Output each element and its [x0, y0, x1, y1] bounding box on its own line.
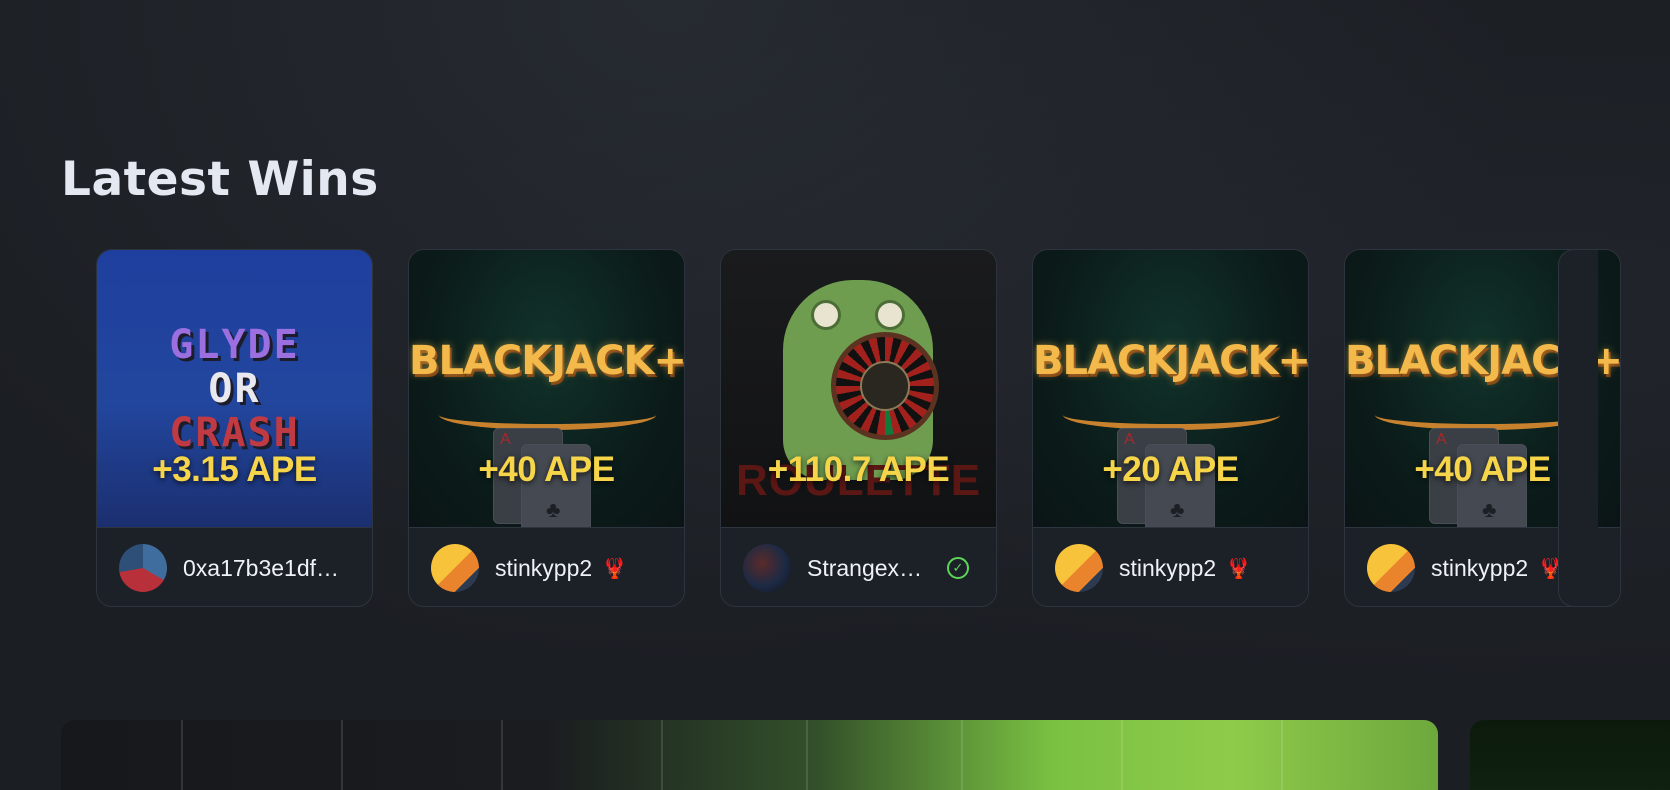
win-card[interactable]: BLACKJACK+ A ♣ +20 APE stinkypp2 🦞 [1032, 249, 1309, 607]
lobster-badge-icon: 🦞 [602, 557, 628, 580]
win-card-footer: 0xa17b3e1df… [97, 527, 372, 606]
win-card-footer: stinkypp2 🦞 [1033, 527, 1308, 606]
win-amount: +40 APE [478, 450, 615, 489]
avatar[interactable] [119, 544, 167, 592]
username[interactable]: stinkypp2 [1431, 555, 1528, 582]
blackjack-logo: BLACKJACK+ [409, 338, 684, 384]
username[interactable]: 0xa17b3e1df… [183, 555, 339, 582]
win-amount: +3.15 APE [152, 450, 317, 489]
logo-arc [439, 400, 656, 430]
frog-eye [811, 300, 841, 330]
avatar[interactable] [1055, 544, 1103, 592]
lobster-badge-icon: 🦞 [1226, 557, 1252, 580]
roulette-wheel-icon [831, 332, 939, 440]
glyde-title-line: OR [208, 366, 261, 412]
check-circle-icon: ✓ [947, 557, 969, 579]
win-amount: +110.7 APE [767, 450, 950, 489]
promo-banner[interactable] [61, 720, 1438, 790]
win-card-footer: stinkypp2 🦞 [409, 527, 684, 606]
frog-eye [875, 300, 905, 330]
game-art-blackjack: BLACKJACK+ A ♣ +40 APE [409, 250, 684, 527]
username[interactable]: stinkypp2 [495, 555, 592, 582]
blackjack-logo: BLACKJACK+ [1033, 338, 1308, 384]
latest-wins-title: Latest Wins [61, 152, 379, 207]
game-art-glyde-or-crash: GLYDE OR CRASH +3.15 APE [97, 250, 372, 527]
win-card-partial[interactable] [1558, 249, 1598, 607]
game-art-blackjack: BLACKJACK+ A ♣ +20 APE [1033, 250, 1308, 527]
win-card[interactable]: GLYDE OR CRASH +3.15 APE 0xa17b3e1df… [96, 249, 373, 607]
latest-wins-carousel[interactable]: GLYDE OR CRASH +3.15 APE 0xa17b3e1df… BL… [96, 249, 1670, 609]
win-card[interactable]: BLACKJACK+ A ♣ +40 APE stinkypp2 🦞 [408, 249, 685, 607]
avatar[interactable] [1367, 544, 1415, 592]
win-amount: +20 APE [1102, 450, 1239, 489]
username[interactable]: stinkypp2 [1119, 555, 1216, 582]
glyde-title-line: GLYDE [169, 322, 300, 368]
avatar[interactable] [743, 544, 791, 592]
promo-banner-secondary[interactable] [1470, 720, 1670, 790]
win-card[interactable]: ROULETTE +110.7 APE StrangexS… ✓ [720, 249, 997, 607]
avatar[interactable] [431, 544, 479, 592]
win-card-footer: StrangexS… ✓ [721, 527, 996, 606]
username[interactable]: StrangexS… [807, 555, 937, 582]
game-art-roulette: ROULETTE +110.7 APE [721, 250, 996, 527]
logo-arc [1063, 400, 1280, 430]
